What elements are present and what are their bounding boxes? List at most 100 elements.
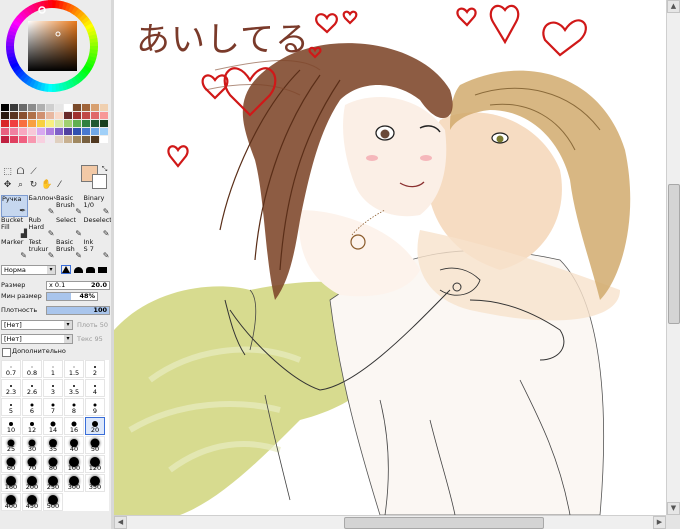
tool-button-basic-brush-2[interactable]: Basic Brush ✎ bbox=[56, 239, 83, 261]
hue-segment[interactable] bbox=[5, 45, 15, 51]
brush-size-preset[interactable]: 3 bbox=[43, 379, 63, 397]
color-swatch[interactable] bbox=[10, 120, 19, 128]
color-swatch[interactable] bbox=[64, 112, 73, 120]
color-swatch[interactable] bbox=[10, 104, 19, 112]
color-swatch[interactable] bbox=[91, 136, 100, 144]
brush-size-preset[interactable]: 7 bbox=[43, 398, 63, 416]
color-swatch[interactable] bbox=[28, 104, 37, 112]
brush-size-preset[interactable]: 400 bbox=[1, 493, 21, 511]
color-swatch[interactable] bbox=[1, 104, 10, 112]
color-swatch[interactable] bbox=[100, 120, 109, 128]
brush-size-preset[interactable]: 450 bbox=[22, 493, 42, 511]
color-swatch[interactable] bbox=[64, 120, 73, 128]
brush-size-preset[interactable]: 100 bbox=[64, 455, 84, 473]
brush-size-preset[interactable]: 60 bbox=[1, 455, 21, 473]
color-swatch[interactable] bbox=[19, 136, 28, 144]
color-swatch[interactable] bbox=[46, 104, 55, 112]
color-swatch[interactable] bbox=[64, 104, 73, 112]
brush-size-preset[interactable]: 40 bbox=[64, 436, 84, 454]
tool-button-marker[interactable]: Marker ✎ bbox=[1, 239, 28, 261]
brush-size-preset[interactable]: 50 bbox=[85, 436, 105, 454]
tool-button-rub[interactable]: Rub Hard ✎ bbox=[29, 217, 56, 239]
tip-shape-round-icon[interactable] bbox=[74, 267, 83, 273]
tip-shape-square-icon[interactable] bbox=[98, 267, 107, 273]
blend-mode-select[interactable]: Норма ▾ bbox=[1, 265, 56, 275]
color-swatch[interactable] bbox=[28, 136, 37, 144]
tip-shape-dome-icon[interactable] bbox=[86, 267, 95, 273]
color-swatch[interactable] bbox=[10, 136, 19, 144]
brush-size-preset[interactable]: 12 bbox=[22, 417, 42, 435]
brush-size-preset[interactable]: 250 bbox=[43, 474, 63, 492]
brush-size-preset[interactable]: 30 bbox=[22, 436, 42, 454]
horizontal-scrollbar[interactable]: ◀ ▶ bbox=[114, 515, 666, 529]
color-swatch[interactable] bbox=[19, 120, 28, 128]
color-swatch[interactable] bbox=[100, 112, 109, 120]
move-icon[interactable]: ✥ bbox=[2, 180, 13, 191]
brush-size-preset[interactable]: 70 bbox=[22, 455, 42, 473]
color-swatch[interactable] bbox=[1, 136, 10, 144]
tool-button-test[interactable]: Test trukur ✎ bbox=[29, 239, 56, 261]
brush-size-preset[interactable]: 200 bbox=[22, 474, 42, 492]
tool-button-balloon[interactable]: Баллонч ✎ bbox=[29, 195, 56, 217]
tool-button-ink[interactable]: Ink S 7 ✎ bbox=[84, 239, 111, 261]
advanced-checkbox[interactable] bbox=[2, 348, 11, 357]
brush-size-preset[interactable]: 2.3 bbox=[1, 379, 21, 397]
zoom-icon[interactable]: ⌕ bbox=[15, 180, 26, 191]
secondary-color[interactable] bbox=[92, 174, 107, 189]
color-swatch[interactable] bbox=[82, 104, 91, 112]
color-swatch[interactable] bbox=[55, 120, 64, 128]
brush-size-preset[interactable]: 3.5 bbox=[64, 379, 84, 397]
saturation-square[interactable] bbox=[28, 21, 77, 71]
color-swatch[interactable] bbox=[82, 136, 91, 144]
hand-icon[interactable]: ✋ bbox=[41, 180, 52, 191]
tool-button-select[interactable]: Select ✎ bbox=[56, 217, 83, 239]
color-swatch[interactable] bbox=[91, 104, 100, 112]
brush-size-preset[interactable]: 2 bbox=[85, 360, 105, 378]
brush-size-preset[interactable]: 500 bbox=[43, 493, 63, 511]
color-swatch[interactable] bbox=[37, 120, 46, 128]
tip-shape-triangle-icon[interactable] bbox=[61, 265, 71, 274]
color-swatch[interactable] bbox=[100, 128, 109, 136]
tool-button-pen[interactable]: Ручка ✒ bbox=[1, 195, 28, 217]
color-swatch[interactable] bbox=[28, 120, 37, 128]
brush-size-preset[interactable]: 80 bbox=[43, 455, 63, 473]
color-swatch[interactable] bbox=[55, 112, 64, 120]
select-icon[interactable]: ⬚ bbox=[2, 167, 13, 178]
color-swatch[interactable] bbox=[100, 104, 109, 112]
color-swatch[interactable] bbox=[1, 128, 10, 136]
color-swatch[interactable] bbox=[91, 128, 100, 136]
color-swatch[interactable] bbox=[46, 128, 55, 136]
tool-button-basic-brush[interactable]: Basic Brush ✎ bbox=[56, 195, 83, 217]
color-swatch[interactable] bbox=[46, 112, 55, 120]
scroll-up-button[interactable]: ▲ bbox=[667, 0, 680, 13]
scroll-left-button[interactable]: ◀ bbox=[114, 516, 127, 529]
swap-colors-icon[interactable]: ⤡ bbox=[99, 164, 110, 175]
brush-size-preset[interactable]: 1 bbox=[43, 360, 63, 378]
color-swatch[interactable] bbox=[73, 120, 82, 128]
magic-wand-icon[interactable]: ⟋ bbox=[28, 167, 39, 178]
lasso-icon[interactable]: ᗝ bbox=[15, 167, 26, 178]
brush-size-preset[interactable]: 9 bbox=[85, 398, 105, 416]
color-swatch[interactable] bbox=[10, 128, 19, 136]
tool-button-binary[interactable]: Binary 1/0 ✎ bbox=[84, 195, 111, 217]
color-swatch[interactable] bbox=[73, 128, 82, 136]
color-swatch[interactable] bbox=[37, 128, 46, 136]
horizontal-scroll-thumb[interactable] bbox=[344, 517, 544, 529]
shape-select[interactable]: [Нет] ▾ bbox=[1, 334, 73, 344]
hue-segment[interactable] bbox=[89, 41, 98, 47]
brush-size-preset[interactable]: 14 bbox=[43, 417, 63, 435]
brush-size-preset[interactable]: 8 bbox=[64, 398, 84, 416]
color-swatch[interactable] bbox=[19, 104, 28, 112]
brush-size-preset[interactable]: 35 bbox=[43, 436, 63, 454]
min-size-slider[interactable]: 48% bbox=[46, 292, 98, 301]
color-swatch[interactable] bbox=[91, 112, 100, 120]
color-swatch[interactable] bbox=[55, 136, 64, 144]
color-swatch[interactable] bbox=[1, 112, 10, 120]
color-swatch[interactable] bbox=[37, 136, 46, 144]
brush-tip-shapes[interactable] bbox=[60, 265, 110, 275]
scroll-down-button[interactable]: ▼ bbox=[667, 502, 680, 515]
color-wheel[interactable] bbox=[0, 0, 111, 102]
color-swatch[interactable] bbox=[82, 128, 91, 136]
tool-button-bucket[interactable]: Bucket Fill ▟ bbox=[1, 217, 28, 239]
brush-size-preset[interactable]: 16 bbox=[64, 417, 84, 435]
